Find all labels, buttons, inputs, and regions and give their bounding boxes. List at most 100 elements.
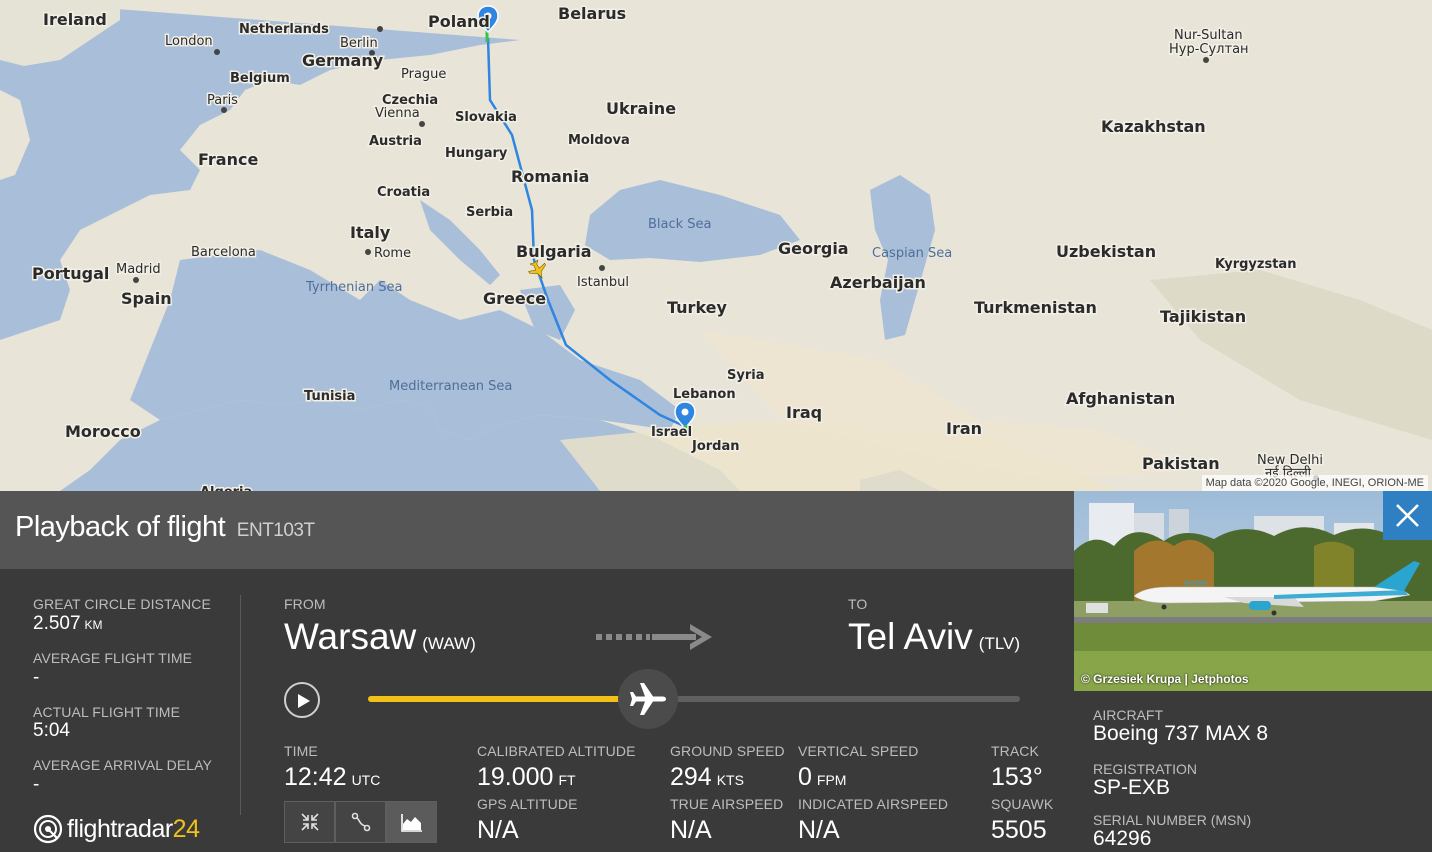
flightradar24-logo[interactable]: flightradar24	[33, 814, 200, 844]
map-label-country: Moldova	[568, 133, 630, 148]
map-label-country: Georgia	[778, 239, 849, 258]
close-icon	[1396, 504, 1419, 527]
map-label-city: Vienna	[375, 106, 420, 121]
average-flight-time-label: AVERAGE FLIGHT TIME	[33, 650, 193, 666]
map-label-country: Ukraine	[606, 99, 676, 118]
fr24-radar-icon	[33, 814, 63, 844]
map-label-country: Belgium	[230, 71, 290, 86]
map-label-country: Iran	[946, 419, 982, 438]
map-label-country: Israel	[651, 425, 692, 440]
altitude-graph-button[interactable]	[386, 801, 437, 843]
time-unit: UTC	[351, 772, 381, 788]
true-airspeed-label: TRUE AIRSPEED	[670, 796, 784, 812]
to-label: TO	[848, 596, 868, 612]
map-label-country: Slovakia	[455, 110, 517, 125]
aircraft-photo[interactable]: enter © Grzesiek Krupa | Jetphotos	[1074, 491, 1432, 691]
route-arrow-icon	[596, 624, 712, 650]
map-label-country: Italy	[350, 223, 391, 242]
ground-speed-unit: KTS	[716, 772, 744, 788]
great-circle-distance-label: GREAT CIRCLE DISTANCE	[33, 596, 211, 612]
great-circle-distance-value: 2.507 KM	[33, 613, 103, 635]
map-label-country: Uzbekistan	[1056, 242, 1156, 261]
map-label-country: Poland	[428, 12, 490, 31]
map-label-city: Paris	[207, 93, 238, 108]
average-flight-time-value: -	[33, 667, 40, 688]
map-label-country: Pakistan	[1142, 454, 1220, 473]
map-label-country: Iraq	[786, 403, 822, 422]
panel-header: Playback of flight ENT103T	[0, 491, 1074, 569]
fit-view-button[interactable]	[284, 801, 335, 843]
actual-flight-time-label: ACTUAL FLIGHT TIME	[33, 704, 181, 720]
map-label-country: Spain	[121, 289, 172, 308]
playback-slider[interactable]	[368, 669, 1020, 729]
map-label-country: Tunisia	[304, 389, 355, 404]
vertical-speed-value: 0 FPM	[798, 763, 846, 792]
airplane-icon	[630, 683, 667, 715]
map-label-country: Portugal	[32, 264, 109, 283]
average-arrival-delay-value: -	[33, 774, 40, 795]
map-label-sea: Mediterranean Sea	[389, 379, 512, 394]
panel-title: Playback of flight ENT103T	[15, 511, 315, 544]
livery-text: enter	[1184, 579, 1209, 589]
map-label-city: Madrid	[116, 262, 161, 277]
playback-handle[interactable]	[618, 669, 679, 729]
squawk-value: 5505	[991, 816, 1047, 844]
vertical-speed-unit: FPM	[816, 772, 847, 788]
playback-panel: Playback of flight ENT103T GREAT CIRCLE …	[0, 491, 1074, 852]
logo-wordmark: flightradar24	[67, 814, 200, 844]
map-view[interactable]: Ireland Netherlands Poland Belarus Germany Be…	[0, 0, 1432, 491]
calibrated-altitude-number: 19.000	[477, 763, 554, 791]
destination-code: (TLV)	[978, 634, 1021, 653]
map-label-country: Serbia	[466, 205, 513, 220]
map-label-country: Croatia	[377, 185, 430, 200]
great-circle-distance-number: 2.507	[33, 613, 81, 634]
playback-progress	[368, 696, 649, 702]
actual-flight-time-value: 5:04	[33, 720, 70, 741]
photo-credit[interactable]: © Grzesiek Krupa | Jetphotos	[1081, 672, 1249, 686]
aircraft-value: Boeing 737 MAX 8	[1093, 722, 1269, 745]
play-icon	[298, 694, 310, 708]
indicated-airspeed-label: INDICATED AIRSPEED	[798, 796, 949, 812]
gps-altitude-value: N/A	[477, 816, 519, 844]
map-label-country: Jordan	[691, 439, 740, 454]
route-view-button[interactable]	[335, 801, 386, 843]
map-attribution: Map data ©2020 Google, INEGI, ORION-ME	[1201, 475, 1428, 491]
close-button[interactable]	[1383, 491, 1432, 540]
map-label-country: Netherlands	[239, 22, 329, 37]
view-mode-group	[284, 801, 437, 843]
indicated-airspeed-value: N/A	[798, 816, 840, 844]
map-label-country: Kyrgyzstan	[1215, 257, 1296, 272]
msn-label: SERIAL NUMBER (MSN)	[1093, 812, 1252, 828]
map-label-country: Tajikistan	[1160, 307, 1246, 326]
map-label-sea: Black Sea	[648, 217, 712, 232]
map-label-country: Germany	[302, 51, 384, 70]
logo-number: 24	[172, 814, 200, 843]
altitude-graph-icon	[400, 814, 422, 832]
destination-city: Tel Aviv (TLV)	[848, 616, 1020, 658]
origin-city: Warsaw (WAW)	[284, 616, 476, 658]
map-label-country: Romania	[511, 167, 589, 186]
origin-code: (WAW)	[422, 634, 476, 653]
from-label: FROM	[284, 596, 326, 612]
track-value: 153°	[991, 763, 1043, 791]
gps-altitude-label: GPS ALTITUDE	[477, 796, 578, 812]
map-label-country: Afghanistan	[1066, 389, 1175, 408]
aircraft-panel: enter © Grzesiek Krupa | Jetphotos AIRCR…	[1074, 491, 1432, 852]
calibrated-altitude-unit: FT	[558, 772, 576, 788]
flight-callsign: ENT103T	[236, 520, 315, 541]
average-arrival-delay-label: AVERAGE ARRIVAL DELAY	[33, 757, 212, 773]
route-icon	[351, 812, 370, 832]
origin-city-name: Warsaw	[284, 616, 417, 657]
map-canvas[interactable]: IrelandNetherlands Poland BelarusGermanyBe…	[0, 0, 1432, 491]
map-label-country: Turkey	[667, 298, 728, 317]
map-label-country: Belarus	[558, 4, 626, 23]
map-label-city: Rome	[374, 246, 411, 261]
map-label-sea: Caspian Sea	[872, 246, 952, 261]
map-label-country: Bulgaria	[516, 242, 592, 261]
map-label-city: Nur-Sultan	[1174, 28, 1243, 43]
play-button[interactable]	[284, 682, 320, 718]
map-label-city: Barcelona	[191, 245, 256, 260]
panel-title-text: Playback of flight	[15, 511, 226, 543]
time-value: 12:42 UTC	[284, 763, 380, 792]
ground-speed-label: GROUND SPEED	[670, 743, 785, 759]
